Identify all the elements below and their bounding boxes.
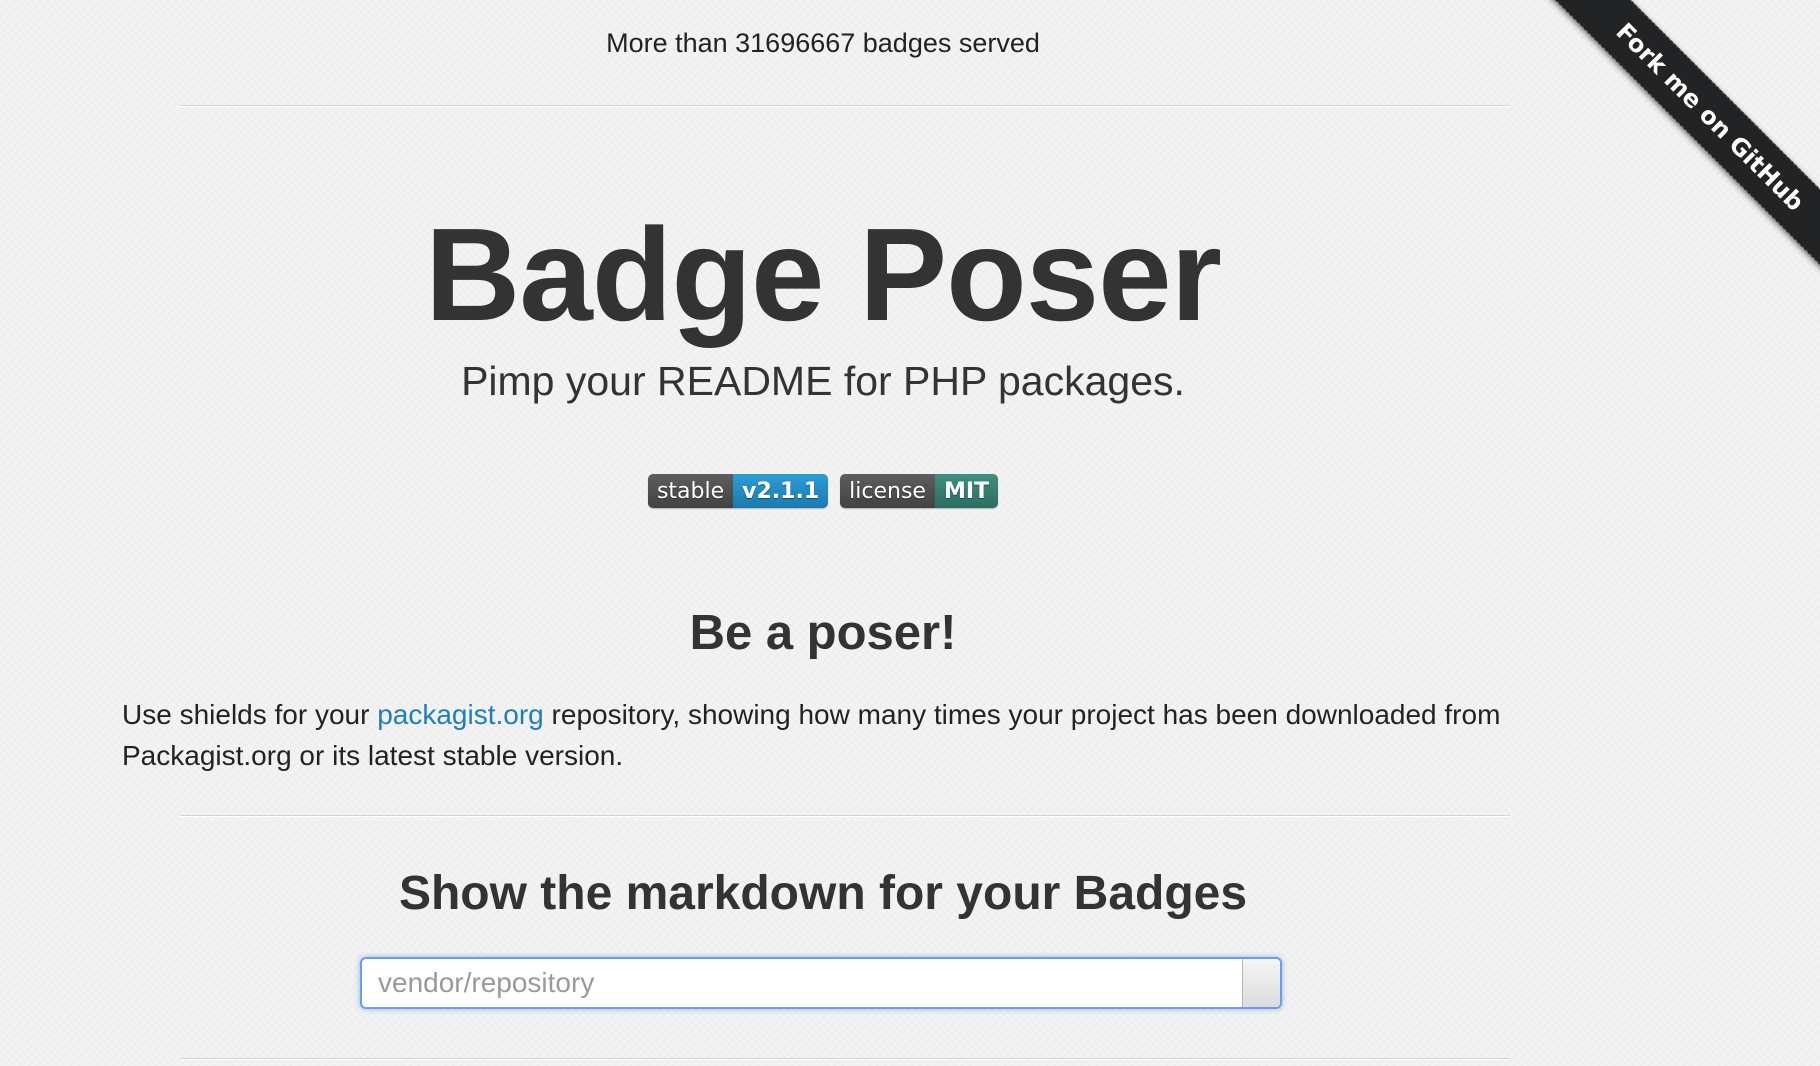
repository-input[interactable] — [362, 959, 1242, 1007]
section-heading-be-a-poser: Be a poser! — [689, 606, 957, 660]
fork-on-github-ribbon[interactable]: Fork me on GitHub — [1549, 0, 1820, 278]
badge-row: stable v2.1.1 license MIT — [0, 474, 1646, 508]
badge-value: v2.1.1 — [733, 474, 829, 508]
intro-description: Use shields for your packagist.org repos… — [122, 694, 1522, 776]
page-title: Badge Poser — [425, 201, 1222, 348]
repository-search-box — [360, 957, 1282, 1009]
badge-label: stable — [647, 474, 734, 508]
license-badge[interactable]: license MIT — [840, 474, 999, 508]
badge-value: MIT — [934, 474, 999, 508]
divider — [180, 105, 1510, 107]
intro-text-start: Use shields for your — [122, 699, 378, 730]
stable-version-badge[interactable]: stable v2.1.1 — [647, 474, 829, 508]
badge-label: license — [840, 474, 935, 508]
packagist-link[interactable]: packagist.org — [377, 699, 544, 730]
github-ribbon-container: Fork me on GitHub — [1520, 0, 1820, 300]
section-heading-markdown: Show the markdown for your Badges — [398, 867, 1248, 920]
page-subtitle: Pimp your README for PHP packages. — [461, 358, 1185, 404]
badges-served-counter: More than 31696667 badges served — [606, 28, 1040, 58]
submit-button[interactable] — [1242, 959, 1280, 1007]
divider — [180, 815, 1510, 817]
divider — [180, 1058, 1510, 1060]
